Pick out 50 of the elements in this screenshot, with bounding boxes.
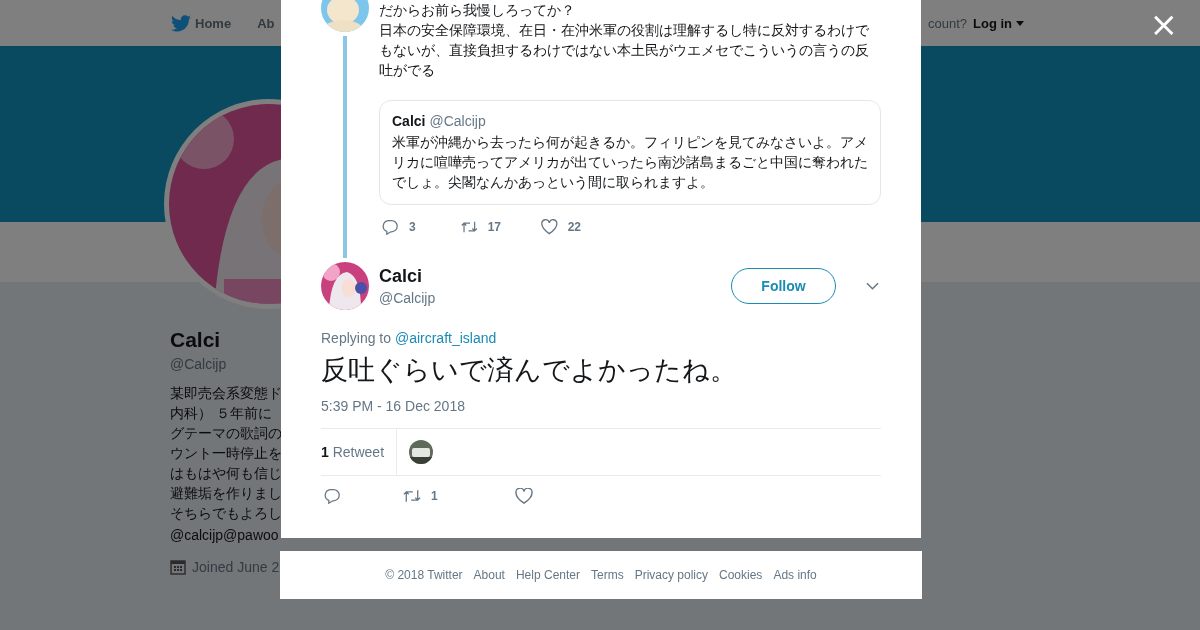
- heart-icon[interactable]: [541, 219, 558, 235]
- chevron-icon[interactable]: [866, 282, 879, 290]
- author-name: Calci: [379, 266, 424, 287]
- author-name: Calci: [392, 113, 426, 129]
- bio-text: 内科） ５年前に: [170, 405, 273, 423]
- bio-text: グテーマの歌詞の: [170, 425, 282, 443]
- bio-text: 避難垢を作りまし: [170, 485, 282, 503]
- footer-link[interactable]: Cookies: [719, 568, 763, 582]
- joined-date: Joined June 2: [192, 559, 280, 575]
- tweet-text: だからお前ら我慢しろってか？: [379, 1, 576, 20]
- caret-icon: [1016, 20, 1024, 26]
- mention-link[interactable]: @aircraft_island: [394, 330, 497, 346]
- reply-count: 3: [409, 220, 416, 234]
- retweet-count: 17: [487, 220, 501, 234]
- tweet-timestamp: 5:39 PM - 16 Dec 2018: [321, 398, 466, 414]
- footer-link[interactable]: Help Center: [515, 568, 580, 582]
- login-link[interactable]: Log in: [973, 15, 1012, 31]
- bio-text: はもはや何も信じ: [170, 465, 282, 483]
- author-handle: @Calcijp: [379, 290, 436, 306]
- footer-link[interactable]: Terms: [591, 568, 624, 582]
- profile-handle: @Calcijp: [170, 356, 228, 372]
- profile-link[interactable]: @calcijp@pawoo: [170, 527, 282, 543]
- close-button[interactable]: ×: [1149, 8, 1178, 40]
- tweet-text: 日本の安全保障環境、在日・在沖米軍の役割は理解するし特に反対するわけでもないが、直接負担するわけではない本土民がウエメセでこういうの言うの反吐がでる: [379, 21, 870, 80]
- heart-icon[interactable]: [515, 488, 533, 504]
- profile-name: Calci: [170, 328, 222, 352]
- bio-text: 某即売会系変態ド: [170, 385, 282, 403]
- follow-button[interactable]: Follow: [731, 268, 836, 304]
- retweet-icon[interactable]: [461, 219, 478, 235]
- retweet-stat[interactable]: 1 Retweet: [321, 444, 397, 460]
- reply-icon[interactable]: [381, 219, 399, 235]
- retweet-count: 1: [431, 489, 438, 503]
- reply-icon[interactable]: [323, 488, 341, 504]
- footer-link[interactable]: Privacy policy: [634, 568, 708, 582]
- quoted-text: 米軍が沖縄から去ったら何が起きるか。フィリピンを見てみなさいよ。アメリカに喧嘩売ってアメリカが出ていったら南沙諸島まるごと中国に奪われたでしょ。尖閣なんかあっという間に取られますよ。: [392, 134, 868, 192]
- quoted-tweet[interactable]: Calci @Calcijp 米軍が沖縄から去ったら何が起きるか。フィリピンを見てみなさいよ。アメリカに喧嘩売ってアメリカが出ていったら南沙諸島まるごと中国に奪われたでしょ。尖閣なんかあっという間に取られますよ。: [379, 100, 881, 205]
- bio-text: ウント一時停止を: [170, 445, 282, 463]
- footer-link[interactable]: About: [473, 568, 505, 582]
- calendar-icon: [170, 559, 186, 575]
- account-prompt: count?: [927, 15, 967, 31]
- bio-text: そちらでもよろし: [170, 505, 282, 523]
- tweet-text: 反吐ぐらいで済んでよかったね。: [321, 354, 738, 387]
- footer-link[interactable]: Ads info: [773, 568, 817, 582]
- author-handle: @Calcijp: [429, 113, 486, 129]
- copyright-text: © 2018 Twitter: [385, 568, 463, 582]
- retweet-icon[interactable]: [403, 488, 421, 504]
- nav-link[interactable]: Home: [195, 15, 232, 31]
- like-count: 22: [567, 220, 581, 234]
- replying-to: Replying to @aircraft_island: [321, 330, 498, 346]
- nav-link[interactable]: Ab: [257, 15, 275, 31]
